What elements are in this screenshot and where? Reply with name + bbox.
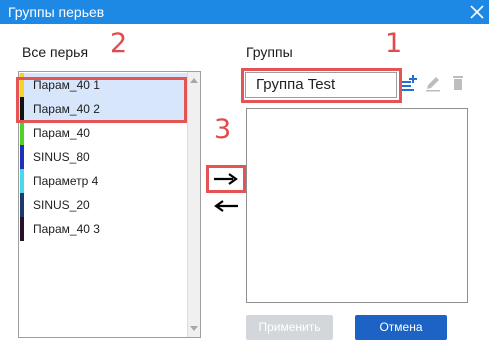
pen-label: Парам_40 bbox=[33, 126, 90, 140]
pen-color-swatch bbox=[20, 169, 24, 193]
pen-color-swatch bbox=[20, 145, 24, 169]
annotation-box-group-name bbox=[241, 68, 402, 103]
pen-item[interactable]: SINUS_80 bbox=[19, 145, 187, 169]
delete-icon[interactable] bbox=[449, 74, 467, 92]
annotation-number-1: 1 bbox=[385, 28, 403, 59]
remove-from-group-button[interactable] bbox=[208, 195, 244, 217]
add-group-icon[interactable] bbox=[400, 74, 418, 92]
scroll-up-icon[interactable] bbox=[190, 78, 198, 83]
pen-item[interactable]: Парам_40 3 bbox=[19, 217, 187, 241]
add-to-group-button[interactable] bbox=[208, 168, 244, 190]
groups-label: Группы bbox=[246, 44, 293, 60]
pen-item[interactable]: SINUS_20 bbox=[19, 193, 187, 217]
cancel-button[interactable]: Отмена bbox=[355, 315, 447, 340]
pen-color-swatch bbox=[20, 193, 24, 217]
window-title: Группы перьев bbox=[8, 4, 105, 20]
pens-label: Все перья bbox=[22, 44, 89, 60]
annotation-box-selected-pens bbox=[16, 77, 187, 123]
scroll-down-icon[interactable] bbox=[190, 326, 198, 331]
arrow-left-icon bbox=[214, 200, 238, 212]
group-pens-list[interactable] bbox=[246, 108, 468, 303]
pens-scrollbar[interactable] bbox=[187, 72, 200, 337]
title-bar: Группы перьев bbox=[0, 0, 489, 24]
pen-item[interactable]: Параметр 4 bbox=[19, 169, 187, 193]
pen-label: SINUS_80 bbox=[33, 150, 90, 164]
pen-label: Параметр 4 bbox=[33, 174, 99, 188]
arrow-right-icon bbox=[214, 173, 238, 185]
pen-color-swatch bbox=[20, 121, 24, 145]
pen-label: Парам_40 3 bbox=[33, 222, 100, 236]
edit-icon[interactable] bbox=[424, 74, 442, 92]
pen-color-swatch bbox=[20, 217, 24, 241]
close-icon[interactable] bbox=[465, 0, 489, 24]
annotation-number-3: 3 bbox=[214, 114, 232, 145]
annotation-number-2: 2 bbox=[110, 28, 128, 59]
pen-item[interactable]: Парам_40 bbox=[19, 121, 187, 145]
pen-label: SINUS_20 bbox=[33, 198, 90, 212]
apply-button[interactable]: Применить bbox=[246, 315, 333, 340]
